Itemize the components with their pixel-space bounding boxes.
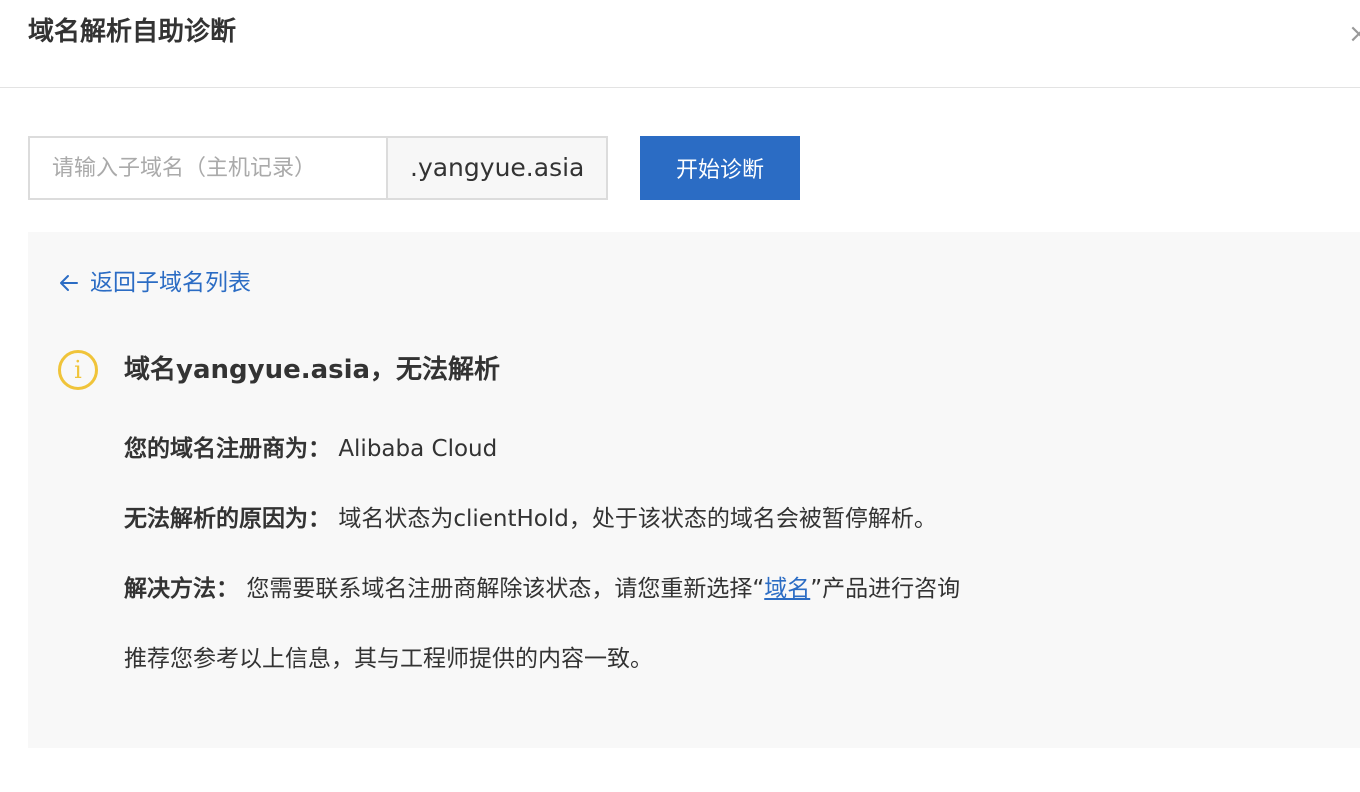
reason-label: 无法解析的原因为： — [124, 506, 331, 532]
solution-text-before: 您需要联系域名注册商解除该状态，请您重新选择“ — [246, 576, 765, 602]
registrar-value: Alibaba Cloud — [338, 436, 498, 462]
back-link-label: 返回子域名列表 — [90, 270, 251, 296]
dialog-title: 域名解析自助诊断 — [28, 17, 237, 47]
solution-label: 解决方法： — [124, 576, 239, 602]
solution-line: 解决方法： 您需要联系域名注册商解除该状态，请您重新选择“域名”产品进行咨询 — [124, 572, 960, 606]
back-to-subdomain-list-link[interactable]: 返回子域名列表 — [58, 266, 251, 300]
registrar-line: 您的域名注册商为： Alibaba Cloud — [124, 432, 497, 466]
dialog-header: 域名解析自助诊断 × — [0, 0, 1360, 88]
domain-suffix: .yangyue.asia — [386, 136, 608, 200]
solution-text-after: ”产品进行咨询 — [810, 576, 961, 602]
start-diagnosis-button[interactable]: 开始诊断 — [640, 136, 800, 200]
info-icon: i — [58, 350, 98, 390]
recommendation-line: 推荐您参考以上信息，其与工程师提供的内容一致。 — [124, 646, 653, 672]
subdomain-input[interactable] — [28, 136, 388, 200]
reason-value: 域名状态为clientHold，处于该状态的域名会被暂停解析。 — [338, 506, 937, 532]
diagnosis-result-panel: 返回子域名列表 i 域名yangyue.asia，无法解析 您的域名注册商为： … — [28, 232, 1360, 748]
registrar-label: 您的域名注册商为： — [124, 436, 331, 462]
close-icon[interactable]: × — [1348, 20, 1360, 48]
arrow-left-icon — [60, 275, 78, 291]
result-title: 域名yangyue.asia，无法解析 — [124, 355, 501, 385]
domain-product-link[interactable]: 域名 — [764, 576, 810, 602]
reason-line: 无法解析的原因为： 域名状态为clientHold，处于该状态的域名会被暂停解析… — [124, 502, 937, 536]
